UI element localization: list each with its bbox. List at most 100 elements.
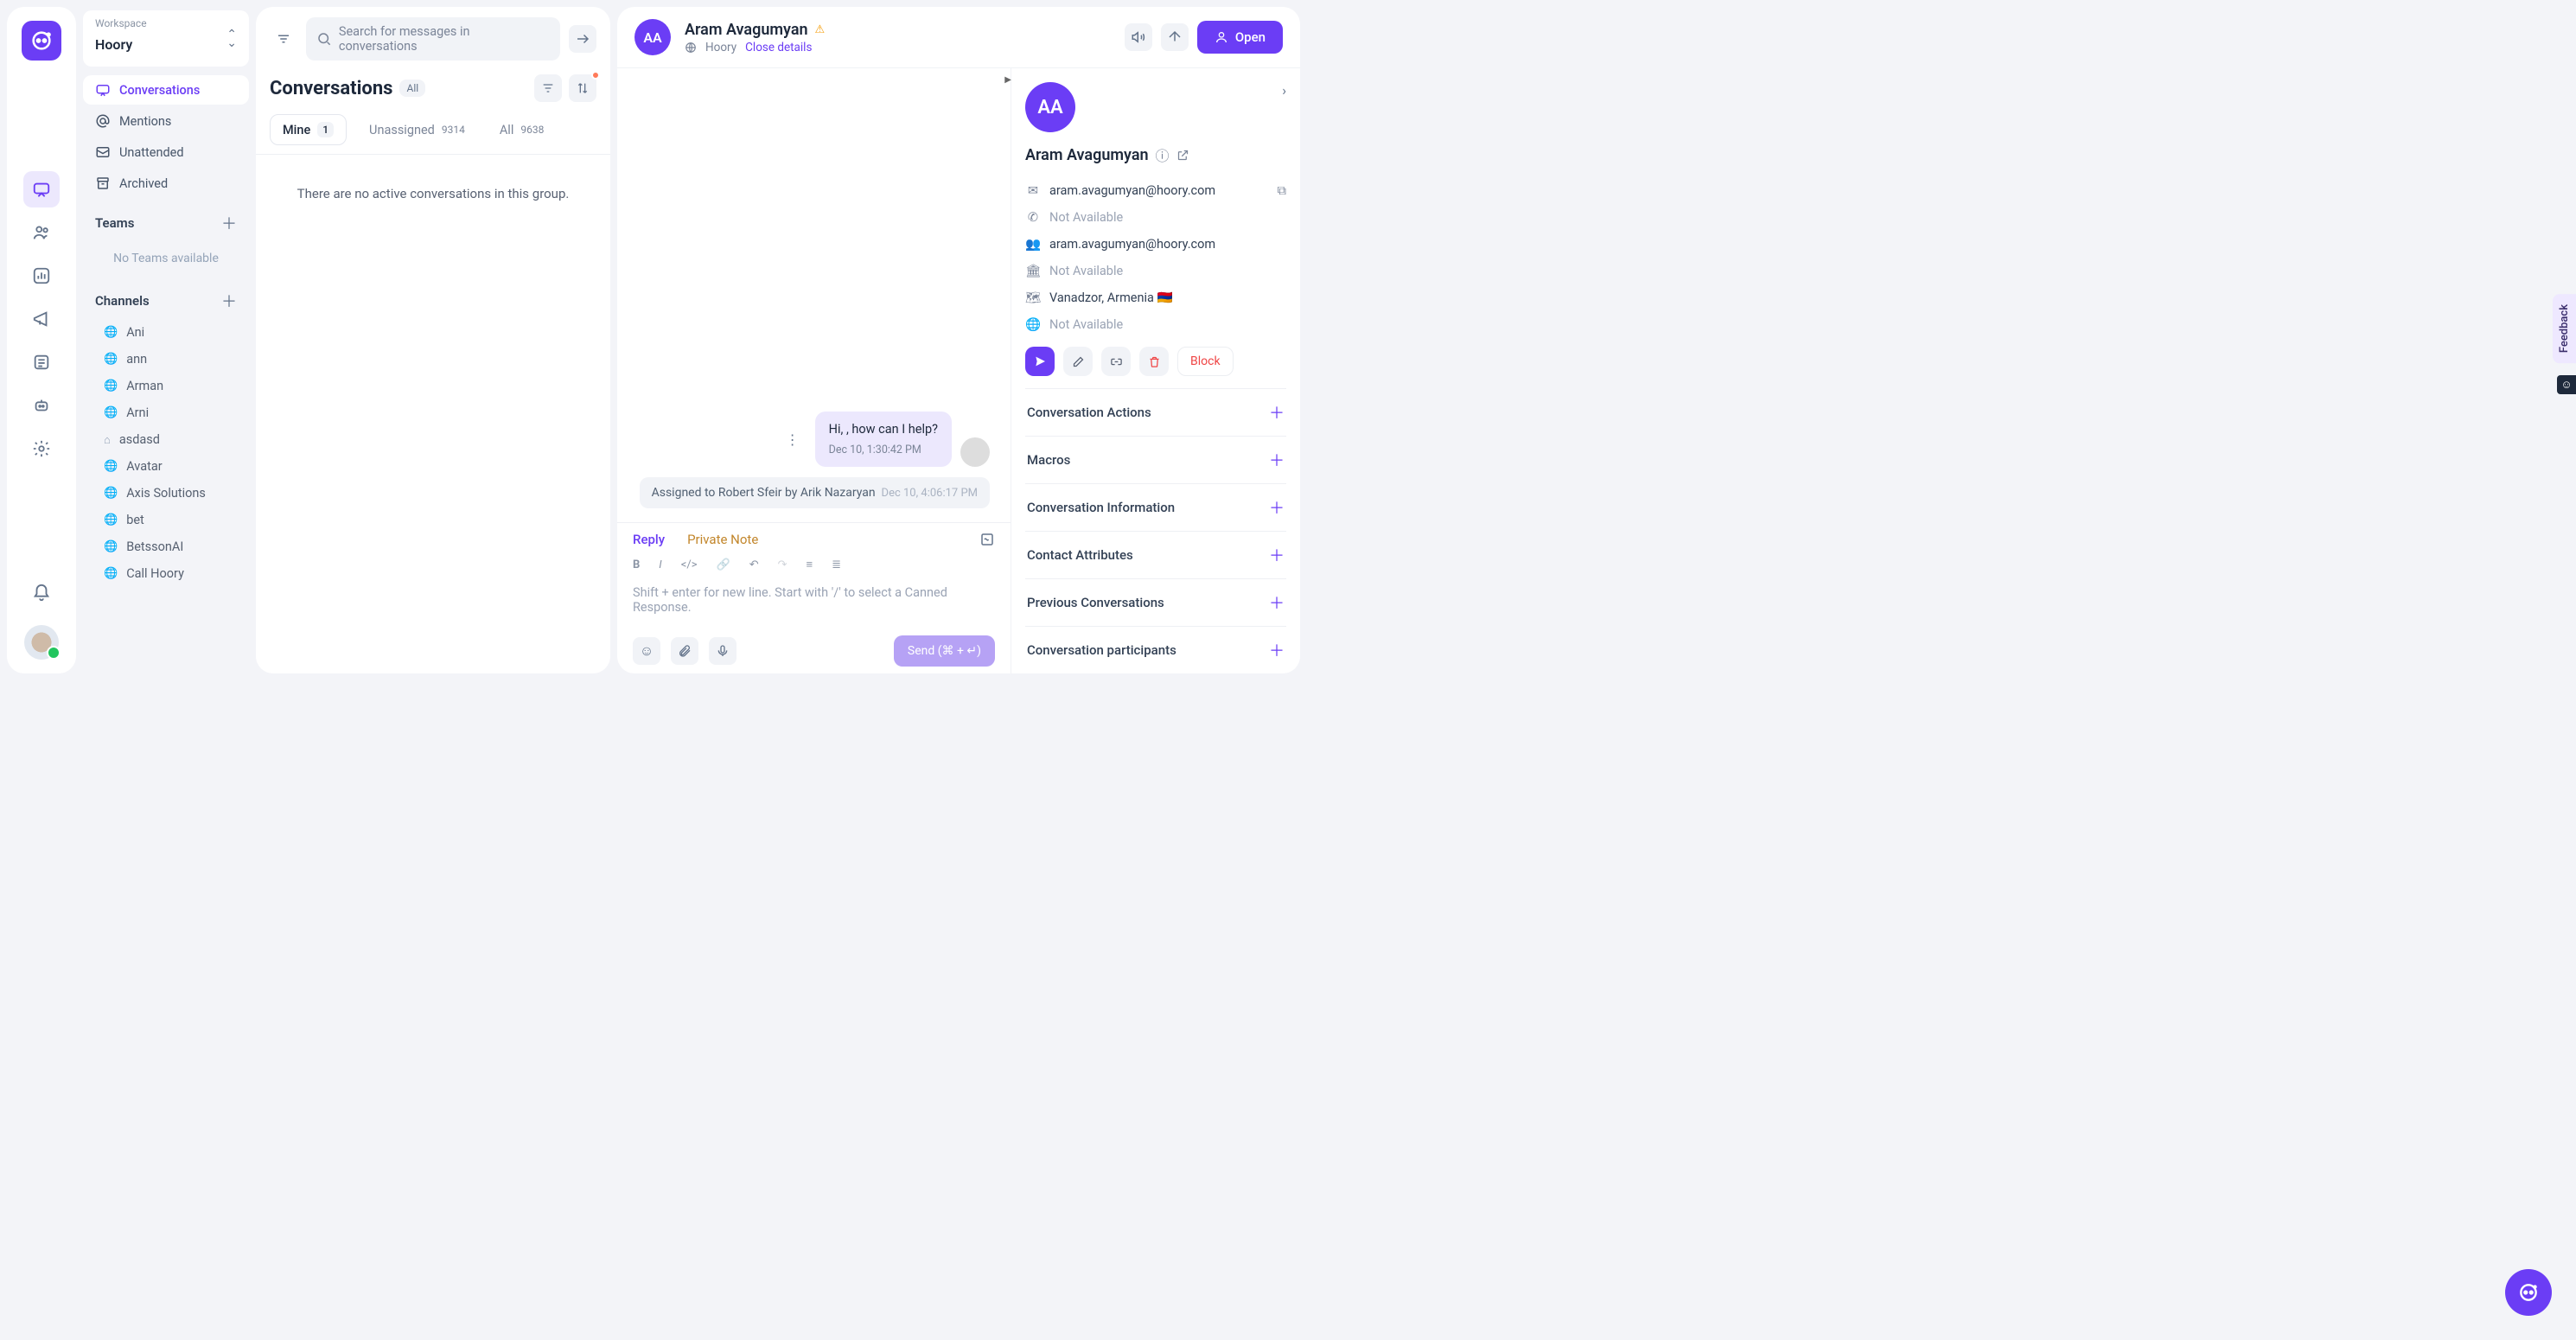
contact-name: Aram Avagumyan [685, 21, 808, 39]
channel-item[interactable]: 🌐Avatar [83, 453, 249, 480]
add-team-button[interactable]: ＋ [221, 212, 237, 234]
attach-button[interactable] [671, 637, 698, 665]
rail-reports-icon[interactable] [23, 258, 60, 294]
edit-contact-button[interactable] [1063, 347, 1093, 376]
accordion-section[interactable]: Previous Conversations＋ [1025, 578, 1286, 626]
channels-header: Channels ＋ [83, 278, 249, 317]
channel-type-icon: 🌐 [104, 460, 118, 473]
all-pill[interactable]: All [399, 80, 425, 97]
channel-item[interactable]: 🌐Ani [83, 319, 249, 346]
details-name: Aram Avagumyan [1025, 146, 1149, 164]
detail-phone: ✆ Not Available [1025, 204, 1286, 231]
channel-type-icon: ⌂ [104, 433, 111, 447]
block-contact-button[interactable]: Block [1177, 347, 1234, 376]
tab-all[interactable]: All 9638 [488, 114, 557, 145]
detail-email: ✉ aram.avagumyan@hoory.com ⧉ [1025, 177, 1286, 204]
expand-icon[interactable]: ＋ [1269, 401, 1285, 424]
detail-location: 🗺 Vanadzor, Armenia 🇦🇲 [1025, 284, 1286, 311]
expand-icon[interactable]: ＋ [1269, 496, 1285, 519]
workspace-name: Hoory [95, 29, 226, 60]
italic-icon[interactable]: I [659, 558, 661, 571]
filter-icon[interactable] [270, 25, 297, 53]
channel-item[interactable]: 🌐ann [83, 346, 249, 373]
merge-contact-button[interactable] [1101, 347, 1131, 376]
rail-conversations-icon[interactable] [23, 171, 60, 207]
map-icon: 🗺 [1025, 290, 1041, 305]
nav-conversations[interactable]: Conversations [83, 75, 249, 105]
ol-icon[interactable]: ≣ [832, 558, 841, 571]
nav-label: Archived [119, 176, 168, 191]
collapse-list-icon[interactable] [569, 25, 596, 53]
sort-badge [591, 71, 600, 80]
open-button[interactable]: Open [1197, 21, 1283, 54]
tab-unassigned[interactable]: Unassigned 9314 [357, 114, 477, 145]
expand-icon[interactable]: ＋ [1269, 639, 1285, 661]
share-button[interactable] [1161, 23, 1189, 51]
expand-icon[interactable]: ＋ [1269, 544, 1285, 566]
send-button[interactable]: Send (⌘ + ↵) [894, 635, 995, 667]
user-avatar[interactable] [24, 625, 59, 660]
emoji-button[interactable]: ☺ [633, 637, 660, 665]
filter-button[interactable] [534, 74, 562, 102]
sort-button[interactable] [569, 74, 596, 102]
delete-contact-button[interactable] [1139, 347, 1169, 376]
brand-logo[interactable] [22, 21, 61, 61]
workspace-picker[interactable]: Workspace Hoory ⌃⌄ [83, 10, 249, 67]
message-input[interactable]: Shift + enter for new line. Start with '… [617, 578, 1011, 627]
rail-bot-icon[interactable] [23, 387, 60, 424]
private-note-tab[interactable]: Private Note [687, 532, 758, 547]
feedback-badge-icon[interactable]: ☺ [2557, 375, 2576, 394]
signature-icon[interactable] [979, 532, 995, 547]
channel-item[interactable]: 🌐BetssonAI [83, 533, 249, 560]
accordion-section[interactable]: Contact Attributes＋ [1025, 531, 1286, 578]
link-icon[interactable]: 🔗 [717, 558, 730, 571]
nav-label: Conversations [119, 83, 200, 98]
channel-type-icon: 🌐 [104, 487, 118, 500]
channel-item[interactable]: 🌐Arni [83, 399, 249, 426]
mute-button[interactable] [1125, 23, 1152, 51]
reply-tab[interactable]: Reply [633, 532, 665, 547]
expand-icon[interactable]: ＋ [1269, 591, 1285, 614]
collapse-details-icon[interactable]: ▶ [1004, 75, 1011, 85]
chat-widget-button[interactable] [2505, 1269, 2552, 1316]
accordion-section[interactable]: Conversation Information＋ [1025, 483, 1286, 531]
list-empty: There are no active conversations in thi… [256, 155, 610, 233]
ul-icon[interactable]: ≡ [807, 558, 813, 571]
search-input[interactable]: Search for messages in conversations [306, 17, 560, 61]
nav-archived[interactable]: Archived [83, 169, 249, 198]
channel-item[interactable]: 🌐bet [83, 507, 249, 533]
feedback-tab[interactable]: Feedback [2553, 294, 2576, 363]
rail-help-icon[interactable] [23, 344, 60, 380]
accordion-section[interactable]: Conversation participants＋ [1025, 626, 1286, 673]
nav-mentions[interactable]: Mentions [83, 106, 249, 136]
code-icon[interactable]: </> [681, 558, 698, 571]
accordion-section[interactable]: Macros＋ [1025, 436, 1286, 483]
copy-icon[interactable]: ⧉ [1278, 183, 1286, 198]
close-details-link[interactable]: Close details [745, 41, 812, 54]
channel-item[interactable]: 🌐Call Hoory [83, 560, 249, 587]
new-conversation-button[interactable] [1025, 347, 1055, 376]
rail-campaigns-icon[interactable] [23, 301, 60, 337]
notifications-icon[interactable] [23, 575, 60, 611]
tab-mine[interactable]: Mine 1 [270, 114, 347, 145]
channel-item[interactable]: 🌐Axis Solutions [83, 480, 249, 507]
info-icon[interactable]: ⓘ [1156, 144, 1170, 165]
building-icon: 🏛 [1025, 264, 1041, 278]
audio-button[interactable] [709, 637, 736, 665]
rail-settings-icon[interactable] [23, 431, 60, 467]
rail-contacts-icon[interactable] [23, 214, 60, 251]
expand-icon[interactable]: ＋ [1269, 449, 1285, 471]
expand-details-icon[interactable]: › [1282, 82, 1286, 99]
external-link-icon[interactable] [1176, 149, 1189, 162]
undo-icon[interactable]: ↶ [749, 558, 759, 571]
channel-item[interactable]: ⌂asdasd [83, 426, 249, 453]
channel-type-icon: 🌐 [104, 406, 118, 419]
teams-empty: No Teams available [83, 241, 249, 276]
bold-icon[interactable]: B [633, 558, 640, 571]
channel-item[interactable]: 🌐Arman [83, 373, 249, 399]
message-menu-icon[interactable]: ⋮ [779, 425, 807, 453]
add-channel-button[interactable]: ＋ [221, 290, 237, 312]
redo-icon[interactable]: ↷ [778, 558, 787, 571]
accordion-section[interactable]: Conversation Actions＋ [1025, 388, 1286, 436]
nav-unattended[interactable]: Unattended [83, 137, 249, 167]
